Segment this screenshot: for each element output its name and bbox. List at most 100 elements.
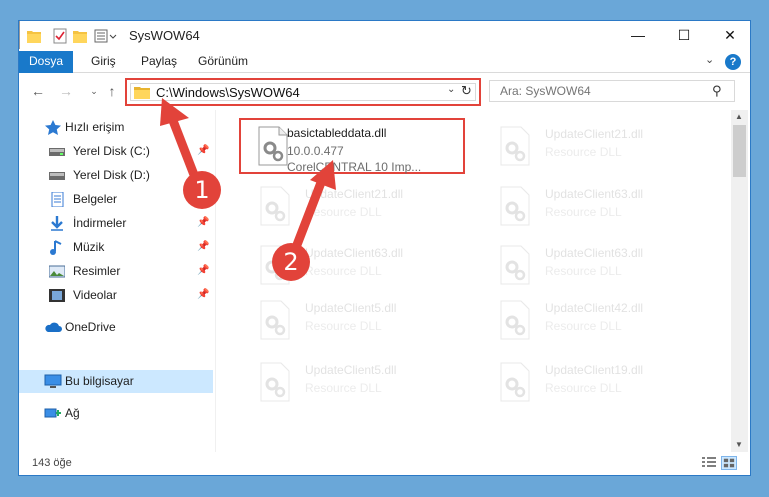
tab-view[interactable]: Görünüm (188, 51, 258, 73)
file-type: Resource DLL (545, 145, 622, 159)
sidebar-item-label: Bu bilgisayar (65, 374, 134, 388)
recent-locations-button[interactable]: ⌄ (85, 82, 103, 100)
dll-file-icon (260, 300, 290, 340)
folder-icon (134, 87, 150, 99)
file-company: CorelCENTRAL 10 Imp... (287, 160, 422, 174)
toolbar-separator (19, 35, 20, 49)
search-input[interactable] (490, 81, 710, 101)
sidebar-item-videos[interactable]: Videolar 📌 (19, 284, 213, 307)
ribbon-expand-icon[interactable]: ⌄ (705, 53, 714, 66)
pin-icon[interactable]: 📌 (197, 265, 209, 276)
file-name: UpdateClient5.dll (305, 301, 397, 315)
maximize-button[interactable]: ☐ (661, 21, 707, 51)
step-badge-2: 2 (272, 243, 310, 281)
minimize-button[interactable]: — (615, 21, 661, 51)
help-icon[interactable]: ? (725, 54, 741, 70)
sidebar-item-network[interactable]: Ağ (19, 402, 213, 425)
file-tile[interactable]: UpdateClient42.dll Resource DLL (479, 292, 709, 348)
file-type: Resource DLL (305, 264, 382, 278)
scroll-down-icon[interactable]: ▼ (735, 440, 743, 449)
computer-icon (44, 374, 62, 388)
file-tile-highlighted[interactable]: basictableddata.dll 10.0.0.477 CorelCENT… (239, 118, 465, 174)
close-button[interactable]: ✕ (707, 21, 750, 51)
music-icon (50, 240, 62, 255)
tab-home[interactable]: Giriş (81, 51, 126, 73)
file-tile[interactable]: UpdateClient21.dll Resource DLL (239, 178, 469, 234)
dll-file-icon (260, 362, 290, 402)
file-tile[interactable]: UpdateClient63.dll Resource DLL (479, 178, 709, 234)
search-icon[interactable]: ⚲ (712, 83, 722, 99)
file-name: UpdateClient21.dll (305, 187, 404, 201)
refresh-icon[interactable]: ↻ (461, 83, 472, 99)
file-type: Resource DLL (305, 381, 382, 395)
details-view-icon[interactable] (701, 456, 717, 470)
status-bar: 143 öğe (19, 452, 750, 475)
file-type: Resource DLL (545, 319, 622, 333)
new-folder-icon[interactable] (73, 28, 87, 44)
cloud-icon (45, 322, 62, 332)
pin-icon[interactable]: 📌 (197, 145, 209, 156)
explorer-window: SysWOW64 — ☐ ✕ Dosya Giriş Paylaş Görünü… (18, 20, 751, 476)
address-path[interactable]: C:\Windows\SysWOW64 (156, 85, 300, 100)
file-tile[interactable]: UpdateClient5.dll Resource DLL (239, 354, 469, 410)
pin-icon[interactable]: 📌 (197, 289, 209, 300)
sidebar-item-quick-access[interactable]: Hızlı erişim (19, 116, 213, 139)
navigation-bar: ← → ⌄ ↑ C:\Windows\SysWOW64 ⌄ ↻ ⚲ (19, 74, 750, 110)
file-type: Resource DLL (545, 264, 622, 278)
file-type: Resource DLL (305, 205, 382, 219)
vertical-scrollbar[interactable]: ▲ ▼ (731, 110, 748, 452)
tab-file[interactable]: Dosya (19, 51, 73, 73)
scroll-thumb[interactable] (733, 125, 746, 177)
sidebar-item-music[interactable]: Müzik 📌 (19, 236, 213, 259)
pin-icon[interactable]: 📌 (197, 217, 209, 228)
navigation-pane: Hızlı erişim Yerel Disk (C:) 📌 Yerel Dis… (19, 110, 215, 452)
sidebar-item-label: Videolar (73, 288, 117, 302)
videos-icon (49, 289, 65, 302)
sidebar-item-label: OneDrive (65, 320, 116, 334)
file-tile[interactable]: UpdateClient21.dll Resource DLL (479, 118, 709, 174)
scroll-up-icon[interactable]: ▲ (735, 112, 743, 121)
item-count: 143 öğe (32, 457, 72, 469)
dll-file-icon (500, 126, 530, 166)
sidebar-item-pictures[interactable]: Resimler 📌 (19, 260, 213, 283)
sidebar-item-label: Yerel Disk (D:) (73, 168, 150, 182)
properties-icon[interactable] (53, 28, 67, 44)
pane-divider[interactable] (215, 110, 216, 452)
drive-icon (49, 148, 65, 156)
folder-icon[interactable] (27, 28, 41, 44)
customize-toolbar-icon[interactable] (94, 28, 118, 44)
dll-file-icon (500, 300, 530, 340)
address-bar-highlight: C:\Windows\SysWOW64 ⌄ ↻ (125, 78, 481, 106)
sidebar-item-downloads[interactable]: İndirmeler 📌 (19, 212, 213, 235)
chevron-down-icon[interactable]: ⌄ (447, 84, 455, 95)
file-tile[interactable]: UpdateClient5.dll Resource DLL (239, 292, 469, 348)
address-bar[interactable]: C:\Windows\SysWOW64 ⌄ ↻ (130, 83, 476, 101)
back-button[interactable]: ← (29, 82, 47, 100)
file-tile[interactable]: UpdateClient19.dll Resource DLL (479, 354, 709, 410)
file-version: 10.0.0.477 (287, 144, 344, 158)
sidebar-item-onedrive[interactable]: OneDrive (19, 316, 213, 339)
dll-file-icon (258, 126, 288, 166)
title-bar: SysWOW64 — ☐ ✕ (19, 21, 750, 51)
pictures-icon (49, 265, 65, 278)
drive-icon (49, 172, 65, 180)
search-box: ⚲ (489, 80, 735, 102)
pin-icon[interactable]: 📌 (197, 241, 209, 252)
file-name: UpdateClient42.dll (545, 301, 644, 315)
file-type: Resource DLL (545, 205, 622, 219)
sidebar-item-drive-c[interactable]: Yerel Disk (C:) 📌 (19, 140, 213, 163)
ribbon-tabs: Dosya Giriş Paylaş Görünüm ⌄ ? (19, 51, 750, 73)
forward-button[interactable]: → (57, 82, 75, 100)
sidebar-item-label: Hızlı erişim (65, 120, 125, 134)
dll-file-icon (500, 186, 530, 226)
toolbar-separator (19, 21, 20, 35)
sidebar-item-this-pc[interactable]: Bu bilgisayar (19, 370, 213, 393)
up-button[interactable]: ↑ (103, 82, 121, 100)
download-icon (51, 216, 63, 231)
dll-file-icon (260, 186, 290, 226)
tab-share[interactable]: Paylaş (131, 51, 187, 73)
file-name: UpdateClient63.dll (545, 187, 644, 201)
file-tile[interactable]: UpdateClient63.dll Resource DLL (479, 237, 709, 293)
tiles-view-icon[interactable] (721, 456, 737, 470)
file-type: Resource DLL (305, 319, 382, 333)
